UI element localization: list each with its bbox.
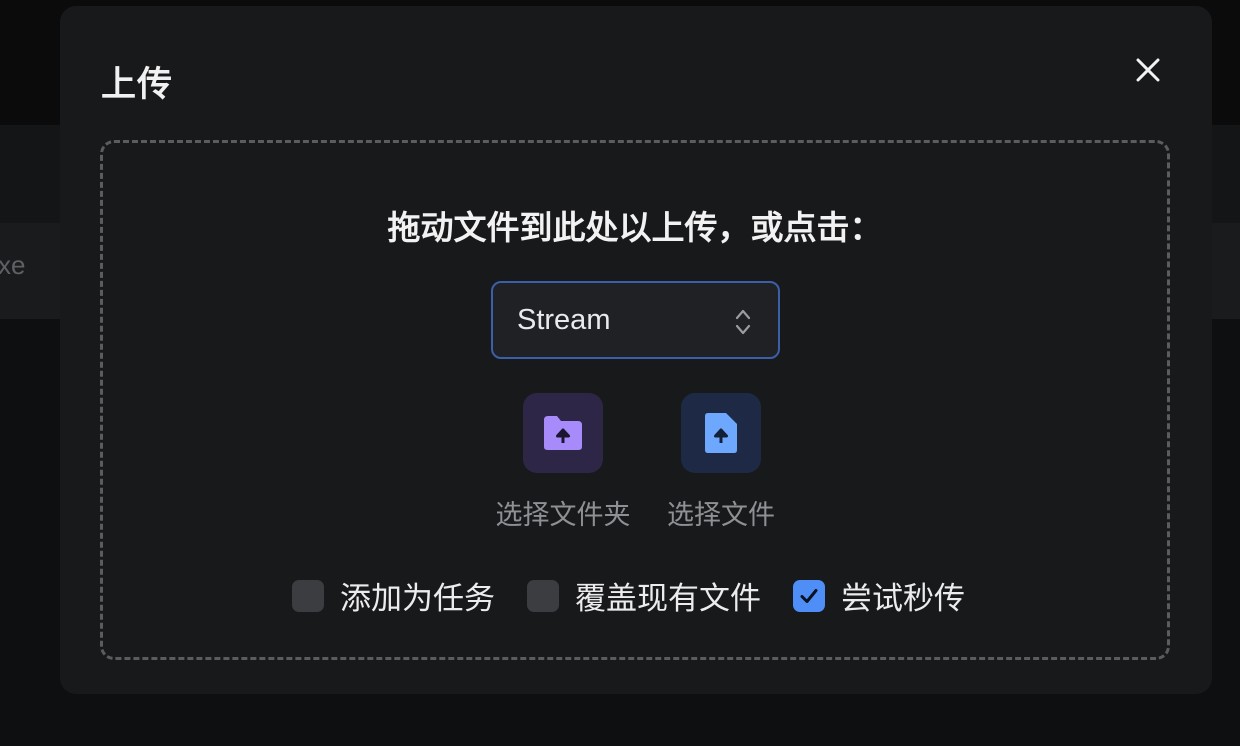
- chevron-up-down-icon: [735, 309, 751, 335]
- add-as-task-checkbox[interactable]: [292, 579, 324, 612]
- option-rapid-upload[interactable]: 尝试秒传: [793, 573, 965, 618]
- close-icon: [1136, 58, 1160, 82]
- upload-options: 添加为任务 覆盖现有文件 尝试秒传: [292, 573, 997, 618]
- dialog-title: 上传: [101, 65, 174, 105]
- drop-zone[interactable]: 拖动文件到此处以上传，或点击： Stream 选择文件夹 选择文件 添加为任务 …: [100, 140, 1170, 660]
- overwrite-checkbox[interactable]: [527, 579, 559, 612]
- drop-heading: 拖动文件到此处以上传，或点击：: [387, 208, 883, 247]
- select-file-button[interactable]: 选择文件: [641, 393, 801, 532]
- rapid-upload-checkbox[interactable]: [793, 579, 825, 612]
- close-button[interactable]: [1128, 50, 1168, 90]
- select-folder-label: 选择文件夹: [495, 500, 631, 531]
- background-partial-text: xe: [0, 250, 26, 280]
- upload-mode-value: Stream: [517, 304, 611, 336]
- option-overwrite[interactable]: 覆盖现有文件: [527, 573, 761, 618]
- rapid-upload-label: 尝试秒传: [841, 581, 965, 617]
- upload-dialog: 上传 拖动文件到此处以上传，或点击： Stream 选择文件夹 选择文件 添加为…: [60, 6, 1212, 694]
- add-as-task-label: 添加为任务: [340, 581, 495, 617]
- select-folder-button[interactable]: 选择文件夹: [483, 393, 643, 532]
- select-file-label: 选择文件: [667, 500, 775, 531]
- upload-mode-select[interactable]: Stream: [491, 281, 780, 359]
- overwrite-label: 覆盖现有文件: [575, 581, 761, 617]
- folder-upload-icon: [523, 393, 603, 473]
- option-add-as-task[interactable]: 添加为任务: [292, 573, 495, 618]
- file-upload-icon: [681, 393, 761, 473]
- checkmark-icon: [800, 588, 818, 603]
